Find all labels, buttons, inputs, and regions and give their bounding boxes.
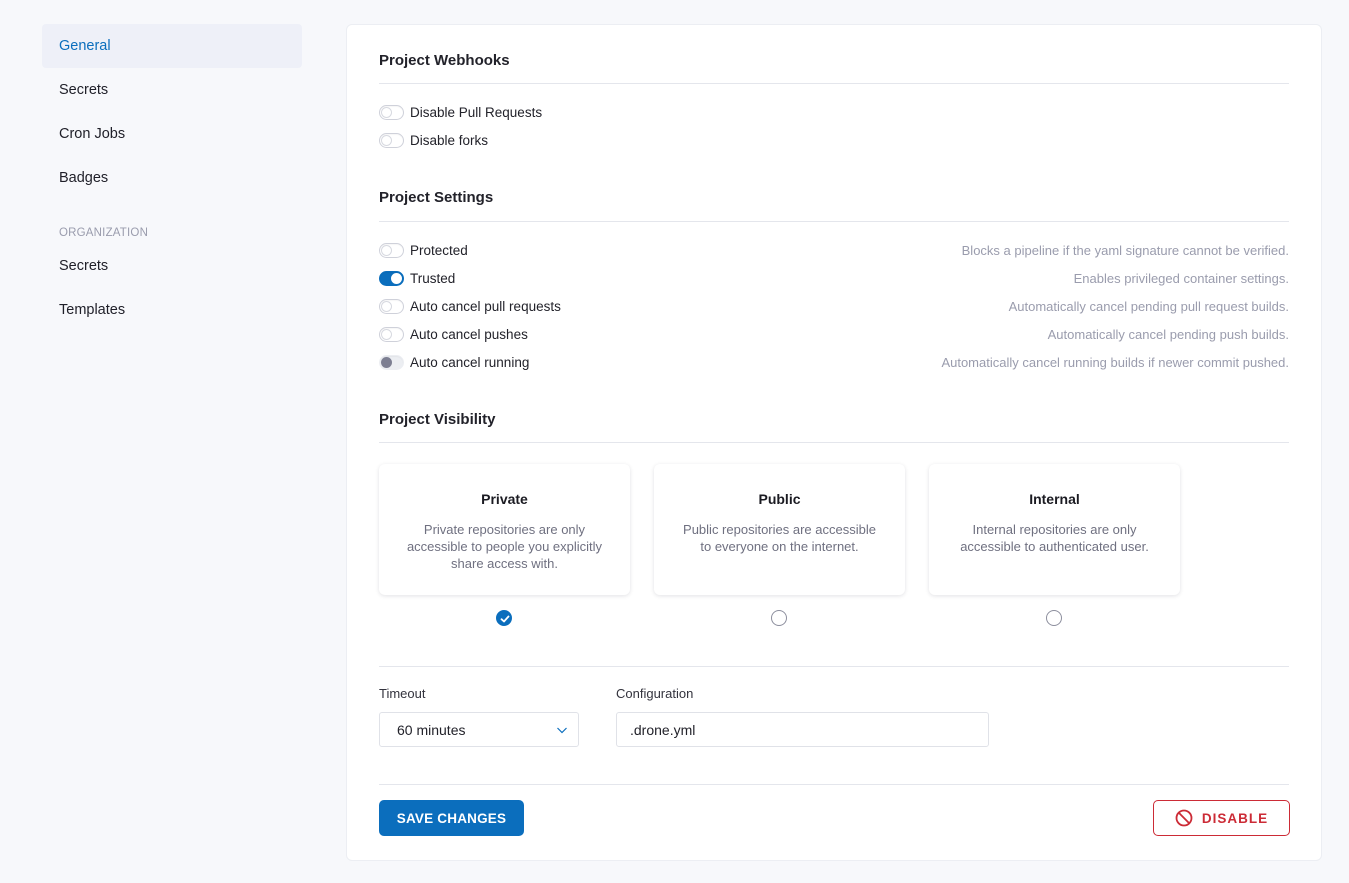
disable-button-label: DISABLE <box>1201 810 1269 826</box>
toggle-knob <box>381 244 392 256</box>
toggle-knob <box>381 300 392 312</box>
auto-cancel-running-toggle[interactable] <box>379 354 404 370</box>
section-divider <box>379 221 1289 222</box>
internal-radio[interactable] <box>1046 610 1062 626</box>
toggle-description: Automatically cancel pending pull reques… <box>1008 298 1289 314</box>
toggle-label: Auto cancel pull requests <box>410 298 561 314</box>
toggle-row-protected: Protected Blocks a pipeline if the yaml … <box>379 240 1289 260</box>
timeout-select[interactable]: 60 minutes <box>379 712 579 747</box>
visibility-card-description: Private repositories are only accessible… <box>406 522 603 571</box>
sidebar-heading-organization: ORGANIZATION <box>59 227 149 239</box>
auto-cancel-pull-requests-toggle[interactable] <box>379 298 404 314</box>
visibility-section-title: Project Visibility <box>379 411 496 428</box>
sidebar-item-cron-jobs[interactable]: Cron Jobs <box>42 112 302 156</box>
public-radio[interactable] <box>771 610 787 626</box>
toggle-label: Auto cancel running <box>410 354 530 370</box>
section-divider <box>379 784 1289 785</box>
visibility-card-description: Public repositories are accessible to ev… <box>683 522 876 554</box>
section-divider <box>379 83 1289 84</box>
toggle-row-disable-pull-requests: Disable Pull Requests <box>379 102 1289 122</box>
toggle-row-auto-cancel-running: Auto cancel running Automatically cancel… <box>379 352 1289 372</box>
visibility-card-public[interactable]: Public Public repositories are accessibl… <box>654 464 905 595</box>
toggle-label: Disable Pull Requests <box>410 104 543 120</box>
ban-icon <box>1175 809 1193 827</box>
disable-button[interactable]: DISABLE <box>1153 800 1290 836</box>
settings-card: Project Webhooks Disable Pull Requests D… <box>346 24 1322 861</box>
private-radio[interactable] <box>496 610 512 626</box>
webhooks-section-title: Project Webhooks <box>379 52 510 69</box>
toggle-row-auto-cancel-pull-requests: Auto cancel pull requests Automatically … <box>379 296 1289 316</box>
sidebar-item-badges[interactable]: Badges <box>42 156 302 200</box>
toggle-knob <box>381 356 392 368</box>
sidebar-item-org-templates[interactable]: Templates <box>42 288 302 332</box>
toggle-knob <box>381 134 392 146</box>
protected-toggle[interactable] <box>379 242 404 258</box>
configuration-input[interactable] <box>616 712 989 747</box>
disable-pull-requests-toggle[interactable] <box>379 104 404 120</box>
visibility-card-title: Public <box>758 491 801 507</box>
visibility-card-description: Internal repositories are only accessibl… <box>960 522 1149 554</box>
settings-sidebar: General Secrets Cron Jobs Badges ORGANIZ… <box>42 24 302 332</box>
timeout-label: Timeout <box>379 686 426 701</box>
configuration-label: Configuration <box>616 686 694 701</box>
visibility-card-internal[interactable]: Internal Internal repositories are only … <box>929 464 1180 595</box>
auto-cancel-pushes-toggle[interactable] <box>379 326 404 342</box>
toggle-label: Protected <box>410 242 468 258</box>
visibility-card-title: Private <box>481 491 528 507</box>
sidebar-item-general[interactable]: General <box>42 24 302 68</box>
checkmark-icon <box>500 615 510 623</box>
toggle-row-auto-cancel-pushes: Auto cancel pushes Automatically cancel … <box>379 324 1289 344</box>
toggle-row-trusted: Trusted Enables privileged container set… <box>379 268 1289 288</box>
toggle-description: Automatically cancel running builds if n… <box>941 354 1289 370</box>
chevron-down-icon <box>557 727 567 734</box>
sidebar-item-secrets[interactable]: Secrets <box>42 68 302 112</box>
toggle-row-disable-forks: Disable forks <box>379 130 1289 150</box>
visibility-card-private[interactable]: Private Private repositories are only ac… <box>379 464 630 595</box>
toggle-description: Blocks a pipeline if the yaml signature … <box>961 242 1289 258</box>
toggle-label: Auto cancel pushes <box>410 326 528 342</box>
visibility-card-title: Internal <box>1029 491 1080 507</box>
section-divider <box>379 442 1289 443</box>
toggle-knob <box>391 272 402 284</box>
sidebar-item-org-secrets[interactable]: Secrets <box>42 244 302 288</box>
trusted-toggle[interactable] <box>379 270 404 286</box>
toggle-knob <box>381 328 392 340</box>
toggle-description: Enables privileged container settings. <box>1073 270 1289 286</box>
save-changes-button[interactable]: SAVE CHANGES <box>379 800 524 836</box>
toggle-knob <box>381 106 392 118</box>
section-divider <box>379 666 1289 667</box>
toggle-label: Disable forks <box>410 132 489 148</box>
timeout-selected-value: 60 minutes <box>397 722 466 738</box>
settings-section-title: Project Settings <box>379 189 494 206</box>
disable-forks-toggle[interactable] <box>379 132 404 148</box>
toggle-description: Automatically cancel pending push builds… <box>1047 326 1289 342</box>
toggle-label: Trusted <box>410 270 456 286</box>
